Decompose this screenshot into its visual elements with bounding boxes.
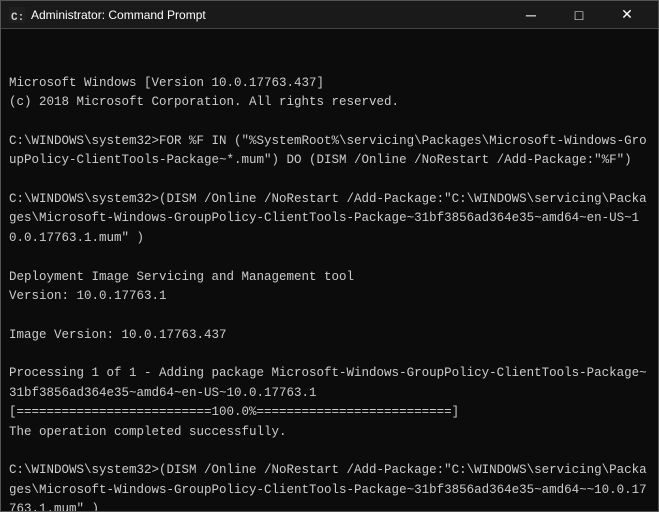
terminal-line: C:\WINDOWS\system32>(DISM /Online /NoRes… [9, 461, 650, 511]
terminal-line [9, 345, 650, 364]
terminal-line: C:\WINDOWS\system32>(DISM /Online /NoRes… [9, 190, 650, 248]
title-bar-title: Administrator: Command Prompt [31, 8, 508, 22]
terminal-line: Image Version: 10.0.17763.437 [9, 326, 650, 345]
terminal-line [9, 442, 650, 461]
maximize-button[interactable]: □ [556, 1, 602, 29]
cmd-icon: C: [9, 7, 25, 23]
minimize-button[interactable]: ─ [508, 1, 554, 29]
close-button[interactable]: ✕ [604, 1, 650, 29]
terminal-line [9, 248, 650, 267]
svg-text:C:: C: [11, 12, 24, 23]
terminal-line: Deployment Image Servicing and Managemen… [9, 268, 650, 287]
terminal-line: (c) 2018 Microsoft Corporation. All righ… [9, 93, 650, 112]
terminal-line [9, 171, 650, 190]
terminal-line: [==========================100.0%=======… [9, 403, 650, 422]
terminal-line: Processing 1 of 1 - Adding package Micro… [9, 364, 650, 403]
terminal-line: The operation completed successfully. [9, 423, 650, 442]
terminal-line: Version: 10.0.17763.1 [9, 287, 650, 306]
terminal-line [9, 113, 650, 132]
terminal-line [9, 306, 650, 325]
terminal-output: Microsoft Windows [Version 10.0.17763.43… [1, 29, 658, 511]
window: C: Administrator: Command Prompt ─ □ ✕ M… [0, 0, 659, 512]
terminal-line: C:\WINDOWS\system32>FOR %F IN ("%SystemR… [9, 132, 650, 171]
terminal-line: Microsoft Windows [Version 10.0.17763.43… [9, 74, 650, 93]
title-bar: C: Administrator: Command Prompt ─ □ ✕ [1, 1, 658, 29]
title-bar-controls: ─ □ ✕ [508, 1, 650, 29]
